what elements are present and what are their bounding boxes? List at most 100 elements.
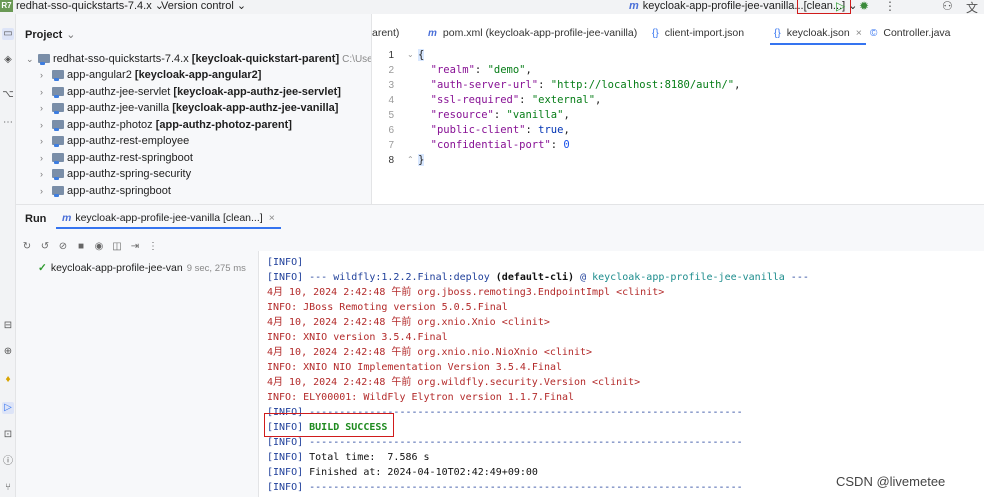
tree-item[interactable]: › app-authz-rest-employee bbox=[40, 133, 189, 149]
check-icon: ✓ bbox=[38, 262, 47, 274]
tree-item[interactable]: › app-authz-jee-servlet [keycloak-app-aut… bbox=[40, 84, 341, 100]
console-line: 4月 10, 2024 2:42:48 午前 org.jboss.remotin… bbox=[267, 287, 665, 298]
debug-icon[interactable]: ✹ bbox=[859, 0, 869, 13]
version-control-label: Version control bbox=[161, 0, 234, 12]
structure-icon[interactable]: ⌥ bbox=[2, 89, 14, 101]
rerun-icon[interactable]: ↻ bbox=[20, 241, 34, 252]
code-line[interactable]: } bbox=[418, 153, 425, 168]
json-value[interactable]: "http://localhost:8180/auth/" bbox=[551, 79, 734, 91]
tree-item[interactable]: › app-authz-jee-vanilla [keycloak-app-aut… bbox=[40, 100, 338, 116]
fold-icon[interactable]: ⌄ bbox=[407, 50, 414, 59]
log-text: (default-cli) bbox=[495, 272, 575, 283]
code-line[interactable]: "resource": "vanilla", bbox=[418, 108, 570, 123]
camera-icon[interactable]: ◫ bbox=[110, 241, 124, 252]
run-tree-item[interactable]: ✓ keycloak-app-profile-jee-van 9 sec, 275 … bbox=[38, 262, 246, 274]
code-line[interactable]: "realm": "demo", bbox=[418, 63, 532, 78]
log-text: @ bbox=[574, 272, 593, 283]
chevron-down-icon: ⌄ bbox=[236, 0, 247, 12]
project-panel-title: Project bbox=[25, 29, 63, 41]
code-line[interactable]: "auth-server-url": "http://localhost:818… bbox=[418, 78, 741, 93]
terminal-icon[interactable]: ⊡ bbox=[2, 429, 14, 441]
line-number: 8 bbox=[388, 155, 394, 166]
chevron-right-icon: › bbox=[40, 152, 43, 163]
code-line[interactable]: "ssl-required": "external", bbox=[418, 93, 602, 108]
tree-item[interactable]: › app-authz-rest-springboot bbox=[40, 150, 193, 166]
code-brace: } bbox=[418, 154, 425, 166]
problems-icon[interactable]: ⓘ bbox=[2, 456, 14, 468]
add-user-icon[interactable]: ⚇ bbox=[942, 0, 953, 13]
log-text: Finished at: 2024-04-10T02:42:49+09:00 bbox=[303, 467, 538, 478]
log-text: ----------------------------------------… bbox=[303, 437, 743, 448]
tab-label: client-import.json bbox=[664, 27, 745, 39]
tab-client-import-json[interactable]: {} client-import.json bbox=[652, 23, 744, 45]
tree-item-label: app-authz-spring-security bbox=[67, 168, 192, 180]
project-panel-header[interactable]: Project ⌄ bbox=[25, 28, 76, 41]
run-tab[interactable]: m keycloak-app-profile-jee-vanilla [clean… bbox=[56, 207, 281, 229]
tree-item[interactable]: › app-authz-springboot bbox=[40, 183, 171, 199]
line-number: 3 bbox=[388, 80, 394, 91]
tab-parent-pom[interactable]: arent) bbox=[372, 23, 399, 45]
tab-controller-java[interactable]: © Controller.java bbox=[870, 23, 951, 45]
tree-item[interactable]: › app-angular2 [keycloak-app-angular2] bbox=[40, 67, 261, 83]
bulb-icon[interactable]: ♦ bbox=[2, 374, 14, 386]
rerun-failed-icon[interactable]: ↺ bbox=[38, 241, 52, 252]
left-tool-strip: ▭ ◈ ⌥ ⋯ ⊟ ⊕ ♦ ▷ ⊡ ⓘ ⑂ bbox=[0, 14, 16, 497]
tab-label: Controller.java bbox=[883, 27, 951, 39]
folder-icon bbox=[52, 70, 64, 81]
log-text: ----------------------------------------… bbox=[303, 482, 743, 493]
log-text: keycloak-app-profile-jee-vanilla bbox=[592, 272, 785, 283]
code-line[interactable]: "confidential-port": 0 bbox=[418, 138, 570, 153]
export-icon[interactable]: ⇥ bbox=[128, 241, 142, 252]
run-icon[interactable]: ▷ bbox=[836, 0, 845, 13]
commit-icon[interactable]: ◈ bbox=[2, 54, 14, 66]
console-line: [INFO] Finished at: 2024-04-10T02:42:49+… bbox=[267, 465, 538, 480]
json-icon: {} bbox=[774, 28, 781, 39]
console-line: [INFO] ---------------------------------… bbox=[267, 480, 743, 495]
project-selector[interactable]: redhat-sso-quickstarts-7.4.x ⌄ bbox=[16, 0, 164, 12]
close-icon[interactable]: × bbox=[269, 212, 275, 224]
console-line: 4月 10, 2024 2:42:48 午前 org.wildfly.secur… bbox=[267, 377, 641, 388]
tree-item[interactable]: › app-authz-spring-security bbox=[40, 166, 191, 182]
more-tools-icon[interactable]: ⋯ bbox=[2, 117, 14, 129]
version-control-menu[interactable]: Version control ⌄ bbox=[161, 0, 246, 12]
chevron-down-icon: ⌄ bbox=[66, 29, 76, 41]
json-value: "vanilla" bbox=[506, 109, 564, 121]
project-badge: R7 bbox=[0, 0, 13, 12]
services-icon[interactable]: ⊕ bbox=[2, 346, 14, 358]
code-line[interactable]: "public-client": true, bbox=[418, 123, 570, 138]
editor-panel: arent) m pom.xml (keycloak-app-profile-je… bbox=[371, 14, 984, 204]
console-output[interactable]: [INFO] [INFO] --- wildfly:1.2.2.Final:de… bbox=[258, 251, 984, 497]
run-tool-icon[interactable]: ▷ bbox=[2, 402, 14, 414]
tree-item-root[interactable]: ⌄ redhat-sso-quickstarts-7.4.x [keycloak-… bbox=[26, 51, 401, 67]
database-icon[interactable]: ⊟ bbox=[2, 320, 14, 332]
fold-icon[interactable]: ⌃ bbox=[407, 155, 414, 164]
folder-icon bbox=[52, 152, 64, 164]
json-value: "demo" bbox=[487, 64, 526, 76]
folder-icon bbox=[38, 54, 50, 65]
folder-icon[interactable]: ▭ bbox=[2, 28, 14, 40]
folder-icon bbox=[52, 136, 64, 147]
log-text: Total time: 7.586 s bbox=[303, 452, 430, 463]
line-number: 7 bbox=[388, 140, 394, 151]
stop-square-icon[interactable]: ■ bbox=[74, 241, 88, 252]
close-icon[interactable]: × bbox=[856, 27, 862, 39]
stop-icon[interactable]: ⊘ bbox=[56, 241, 70, 252]
more-icon[interactable]: ⋮ bbox=[884, 0, 896, 13]
json-icon: {} bbox=[652, 28, 659, 39]
code-line[interactable]: { bbox=[418, 48, 425, 63]
tree-item[interactable]: › app-authz-photoz [app-authz-photoz-pare… bbox=[40, 117, 292, 133]
json-value: 0 bbox=[563, 139, 570, 151]
tab-pom-xml[interactable]: m pom.xml (keycloak-app-profile-jee-vanil… bbox=[428, 23, 637, 45]
git-icon[interactable]: ⑂ bbox=[2, 482, 14, 494]
console-line: INFO: XNIO version 3.5.4.Final bbox=[267, 332, 448, 343]
more-icon[interactable]: ⋮ bbox=[146, 241, 160, 252]
console-line: 4月 10, 2024 2:42:48 午前 org.xnio.nio.NioX… bbox=[267, 347, 593, 358]
class-icon: © bbox=[870, 28, 878, 39]
tab-keycloak-json[interactable]: {} keycloak.json × bbox=[770, 23, 866, 45]
folder-icon bbox=[52, 169, 64, 180]
code-brace: { bbox=[418, 49, 425, 61]
view-icon[interactable]: ◉ bbox=[92, 241, 106, 252]
run-panel-title: Run bbox=[25, 213, 47, 225]
folder-icon bbox=[52, 119, 64, 131]
folder-icon bbox=[52, 185, 64, 197]
